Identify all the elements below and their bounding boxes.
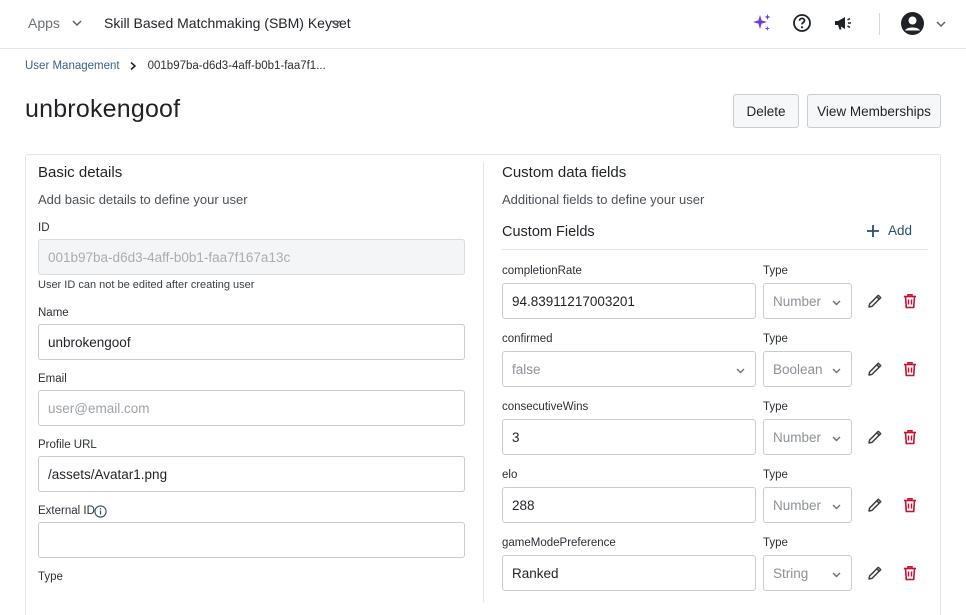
help-icon[interactable] — [791, 12, 813, 34]
external-id-field[interactable] — [38, 522, 465, 558]
chevron-down-icon — [832, 368, 841, 374]
trash-icon[interactable] — [901, 564, 919, 582]
custom-fields-rule — [502, 249, 928, 250]
custom-field-type-select-gameModePreference[interactable]: String — [763, 555, 852, 591]
name-label: Name — [38, 307, 69, 319]
custom-field-type-label: Type — [763, 265, 788, 277]
custom-field-type-label: Type — [763, 469, 788, 481]
custom-field-name: consecutiveWins — [502, 401, 589, 413]
plus-icon — [867, 224, 879, 237]
top-bar: Apps Skill Based Matchmaking (SBM) Keyse… — [0, 0, 966, 49]
chevron-down-icon — [736, 368, 745, 374]
trash-icon[interactable] — [901, 428, 919, 446]
custom-field-type-text: Number — [773, 293, 822, 309]
account-chevron-down-icon[interactable] — [935, 18, 947, 30]
chevron-right-icon — [130, 61, 136, 71]
breadcrumb: User Management 001b97ba-d6d3-4aff-b0b1-… — [25, 60, 326, 72]
custom-field-type-label: Type — [763, 537, 788, 549]
apps-menu[interactable]: Apps — [28, 15, 60, 31]
custom-data-subtitle: Additional fields to define your user — [502, 192, 705, 207]
custom-field-value-text: 3 — [512, 429, 520, 445]
custom-field-value-text: 94.83911217003201 — [512, 293, 635, 309]
chevron-down-icon — [832, 300, 841, 306]
edit-icon[interactable] — [866, 496, 884, 514]
profile-url-field[interactable]: /assets/Avatar1.png — [38, 456, 465, 492]
external-id-label: External ID — [38, 505, 95, 517]
chevron-down-icon — [832, 572, 841, 578]
keyset-selector[interactable]: Skill Based Matchmaking (SBM) Keyset — [104, 15, 351, 31]
edit-icon[interactable] — [866, 360, 884, 378]
email-label: Email — [38, 373, 67, 385]
basic-details-subtitle: Add basic details to define your user — [38, 192, 248, 207]
trash-icon[interactable] — [901, 496, 919, 514]
custom-field-value-completionRate[interactable]: 94.83911217003201 — [502, 283, 756, 319]
custom-field-name: confirmed — [502, 333, 553, 345]
info-icon[interactable] — [94, 505, 107, 518]
custom-field-type-text: Boolean — [773, 361, 823, 377]
id-label: ID — [38, 222, 50, 234]
page-title: unbrokengoof — [25, 95, 181, 123]
profile-url-label: Profile URL — [38, 439, 97, 451]
custom-field-type-select-confirmed[interactable]: Boolean — [763, 351, 852, 387]
custom-field-value-elo[interactable]: 288 — [502, 487, 756, 523]
custom-field-type-label: Type — [763, 401, 788, 413]
custom-field-type-label: Type — [763, 333, 788, 345]
custom-field-type-select-completionRate[interactable]: Number — [763, 283, 852, 319]
id-helper-text: User ID can not be edited after creating… — [38, 279, 255, 291]
keyset-chevron-down-icon[interactable] — [330, 17, 342, 29]
add-label: Add — [888, 223, 913, 238]
breadcrumb-user-management[interactable]: User Management — [25, 60, 120, 72]
delete-button[interactable]: Delete — [733, 94, 799, 128]
sparkle-icon[interactable] — [751, 12, 773, 34]
basic-details-title: Basic details — [38, 164, 123, 181]
account-icon[interactable] — [900, 11, 925, 36]
custom-field-value-text: 288 — [512, 497, 535, 513]
megaphone-icon[interactable] — [832, 12, 854, 34]
chevron-down-icon — [832, 436, 841, 442]
chevron-down-icon — [832, 504, 841, 510]
custom-field-value-consecutiveWins[interactable]: 3 — [502, 419, 756, 455]
custom-field-type-select-consecutiveWins[interactable]: Number — [763, 419, 852, 455]
trash-icon[interactable] — [901, 360, 919, 378]
edit-icon[interactable] — [866, 564, 884, 582]
custom-field-name: completionRate — [502, 265, 582, 277]
edit-icon[interactable] — [866, 292, 884, 310]
custom-field-value-text: Ranked — [512, 565, 559, 581]
custom-field-type-text: Number — [773, 429, 822, 445]
custom-field-name: elo — [502, 469, 518, 481]
id-field: 001b97ba-d6d3-4aff-b0b1-faa7f167a13c — [38, 239, 465, 275]
custom-field-type-select-elo[interactable]: Number — [763, 487, 852, 523]
column-divider — [483, 162, 484, 602]
custom-fields-header: Custom Fields — [502, 224, 595, 240]
topbar-divider — [879, 13, 880, 35]
custom-field-value-confirmed[interactable]: false — [502, 351, 756, 387]
apps-chevron-down-icon[interactable] — [71, 17, 83, 29]
custom-field-name: gameModePreference — [502, 537, 616, 549]
type-label: Type — [38, 571, 63, 583]
email-field[interactable]: user@email.com — [38, 390, 465, 426]
name-field[interactable]: unbrokengoof — [38, 324, 465, 360]
custom-field-value-gameModePreference[interactable]: Ranked — [502, 555, 756, 591]
custom-field-type-text: Number — [773, 497, 822, 513]
breadcrumb-current: 001b97ba-d6d3-4aff-b0b1-faa7f1... — [147, 60, 326, 72]
custom-field-value-text: false — [512, 361, 541, 377]
trash-icon[interactable] — [901, 292, 919, 310]
custom-field-type-text: String — [773, 565, 809, 581]
view-memberships-button[interactable]: View Memberships — [807, 94, 941, 128]
add-custom-field-button[interactable]: Add — [866, 223, 912, 238]
edit-icon[interactable] — [866, 428, 884, 446]
custom-data-title: Custom data fields — [502, 164, 627, 181]
